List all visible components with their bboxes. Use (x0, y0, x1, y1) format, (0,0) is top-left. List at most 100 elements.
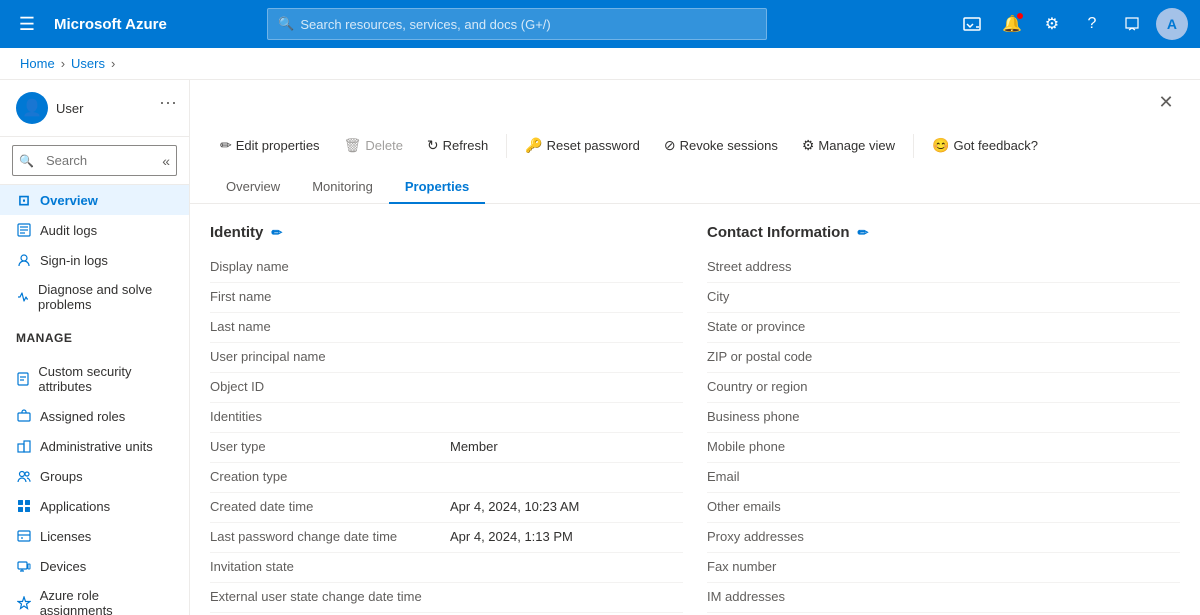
sidebar-item-diagnose[interactable]: Diagnose and solve problems (0, 275, 189, 319)
prop-email-label: Email (707, 469, 947, 484)
settings-icon[interactable]: ⚙ (1036, 8, 1068, 40)
reset-password-button[interactable]: 🔑 Reset password (515, 132, 650, 159)
prop-fax-label: Fax number (707, 559, 947, 574)
prop-last-pwd-change-value: Apr 4, 2024, 1:13 PM (450, 529, 683, 544)
prop-street: Street address (707, 253, 1180, 283)
contact-edit-icon[interactable]: ✏ (858, 225, 869, 241)
sidebar-item-sign-in-logs[interactable]: Sign-in logs (0, 245, 189, 275)
search-input[interactable] (300, 17, 756, 32)
contact-title-text: Contact Information (707, 224, 850, 241)
notification-badge (1016, 12, 1024, 20)
sidebar-item-azure-roles[interactable]: Azure role assignments (0, 581, 189, 615)
hamburger-menu[interactable]: ☰ (12, 14, 42, 35)
search-icon: 🔍 (278, 16, 294, 32)
revoke-sessions-button[interactable]: ⊘ Revoke sessions (654, 132, 788, 159)
feedback-button[interactable]: 😊 Got feedback? (922, 132, 1048, 159)
global-search[interactable]: 🔍 (267, 8, 767, 40)
prop-created-date: Created date time Apr 4, 2024, 10:23 AM (210, 493, 683, 523)
assigned-roles-label: Assigned roles (40, 409, 125, 424)
licenses-label: Licenses (40, 529, 91, 544)
sidebar-item-admin-units[interactable]: Administrative units (0, 431, 189, 461)
prop-object-id-label: Object ID (210, 379, 450, 394)
edit-properties-button[interactable]: ✏ Edit properties (210, 132, 330, 159)
refresh-button[interactable]: ↻ Refresh (417, 132, 498, 159)
delete-button[interactable]: 🗑 Delete (334, 132, 413, 159)
reset-pwd-label: Reset password (547, 138, 640, 153)
app-logo: Microsoft Azure (54, 16, 167, 33)
identity-section-title: Identity ✏ (210, 224, 683, 241)
sidebar-item-custom-security[interactable]: Custom security attributes (0, 357, 189, 401)
delete-label: Delete (365, 138, 403, 153)
user-panel-label: User (56, 101, 83, 116)
sidebar-item-assigned-roles[interactable]: Assigned roles (0, 401, 189, 431)
sidebar-item-audit-logs[interactable]: Audit logs (0, 215, 189, 245)
prop-ext-user-state: External user state change date time (210, 583, 683, 613)
top-navigation-bar: ☰ Microsoft Azure 🔍 🔔 ⚙ ? A (0, 0, 1200, 48)
close-button[interactable]: ✕ (1152, 88, 1180, 116)
prop-state-label: State or province (707, 319, 947, 334)
tab-monitoring[interactable]: Monitoring (296, 171, 389, 204)
identity-section: Identity ✏ Display name First name (210, 224, 683, 615)
prop-object-id: Object ID (210, 373, 683, 403)
groups-icon (16, 468, 32, 484)
user-avatar[interactable]: A (1156, 8, 1188, 40)
applications-label: Applications (40, 499, 110, 514)
revoke-label: Revoke sessions (680, 138, 778, 153)
manage-view-button[interactable]: ⚙ Manage view (792, 132, 905, 159)
sidebar-collapse-btn[interactable]: « (162, 153, 170, 169)
user-menu-dots[interactable]: ··· (159, 92, 177, 113)
help-icon[interactable]: ? (1076, 8, 1108, 40)
manage-view-icon: ⚙ (802, 137, 815, 154)
tab-properties[interactable]: Properties (389, 171, 485, 204)
prop-email: Email (707, 463, 1180, 493)
sidebar-item-overview[interactable]: ⊡ Overview (0, 185, 189, 215)
tab-overview[interactable]: Overview (210, 171, 296, 204)
sidebar-item-devices[interactable]: Devices (0, 551, 189, 581)
right-properties-column: Contact Information ✏ Street address Cit… (707, 224, 1180, 615)
left-panel: 👤 User ··· 🔍 « ⊡ Overview Audit logs (0, 80, 190, 615)
feedback-icon: 😊 (932, 137, 949, 154)
properties-body: Identity ✏ Display name First name (190, 204, 1200, 615)
custom-security-icon (16, 371, 30, 387)
applications-icon (16, 498, 32, 514)
prop-country-label: Country or region (707, 379, 947, 394)
prop-creation-type: Creation type (210, 463, 683, 493)
manage-view-label: Manage view (818, 138, 895, 153)
identity-fields: Display name First name Last name U (210, 253, 683, 615)
content-header: ✕ ✏ Edit properties 🗑 Delete ↻ Refresh (190, 80, 1200, 204)
contact-section: Contact Information ✏ Street address Cit… (707, 224, 1180, 615)
groups-label: Groups (40, 469, 83, 484)
user-panel-avatar: 👤 (16, 92, 48, 124)
page-layout: 👤 User ··· 🔍 « ⊡ Overview Audit logs (0, 80, 1200, 615)
azure-roles-label: Azure role assignments (40, 588, 173, 615)
top-bar-actions: 🔔 ⚙ ? A (956, 8, 1188, 40)
prop-im-label: IM addresses (707, 589, 947, 604)
prop-upn-label: User principal name (210, 349, 450, 364)
content-title-row: ✕ (210, 80, 1180, 124)
sidebar-item-licenses[interactable]: Licenses (0, 521, 189, 551)
prop-upn: User principal name (210, 343, 683, 373)
sidebar-item-groups[interactable]: Groups (0, 461, 189, 491)
prop-business-phone-label: Business phone (707, 409, 947, 424)
sidebar-search-box[interactable]: 🔍 « (0, 137, 189, 185)
cloud-shell-icon[interactable] (956, 8, 988, 40)
notifications-icon[interactable]: 🔔 (996, 8, 1028, 40)
feedback-icon[interactable] (1116, 8, 1148, 40)
prop-display-name-label: Display name (210, 259, 450, 274)
sidebar-item-applications[interactable]: Applications (0, 491, 189, 521)
sidebar-search-icon: 🔍 (19, 154, 34, 168)
prop-business-phone: Business phone (707, 403, 1180, 433)
prop-last-name-label: Last name (210, 319, 450, 334)
breadcrumb: Home › Users › (0, 48, 1200, 80)
breadcrumb-users[interactable]: Users (71, 56, 105, 71)
prop-proxy-addresses: Proxy addresses (707, 523, 1180, 553)
prop-created-date-label: Created date time (210, 499, 450, 514)
prop-last-name: Last name (210, 313, 683, 343)
identity-edit-icon[interactable]: ✏ (271, 225, 282, 241)
sidebar-search-input[interactable] (38, 149, 158, 172)
prop-first-name-label: First name (210, 289, 450, 304)
breadcrumb-home[interactable]: Home (20, 56, 55, 71)
prop-last-pwd-change-label: Last password change date time (210, 529, 450, 544)
delete-icon: 🗑 (344, 137, 362, 154)
feedback-label: Got feedback? (953, 138, 1038, 153)
